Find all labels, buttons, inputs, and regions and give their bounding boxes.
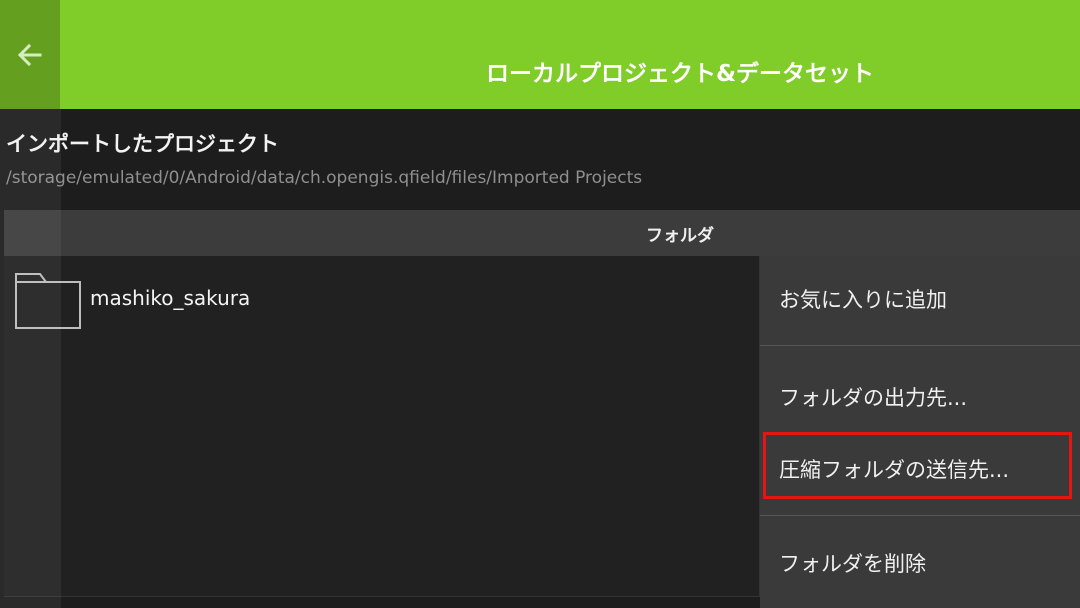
back-button[interactable] [0,0,60,109]
drawer-edge-overlay [0,109,61,608]
menu-item-add-favorite[interactable]: お気に入りに追加 [760,256,1080,344]
section-path: /storage/emulated/0/Android/data/ch.open… [6,168,643,188]
menu-item-label: お気に入りに追加 [779,288,947,312]
arrow-left-icon [17,43,42,66]
folder-name: mashiko_sakura [90,286,251,310]
menu-item-label: フォルダを削除 [779,552,926,576]
list-item[interactable]: mashiko_sakura [4,268,759,332]
header-title: ローカルプロジェクト&データセット [485,60,875,87]
list-header: フォルダ [4,210,1080,256]
menu-item-delete-folder[interactable]: フォルダを削除 [760,516,1080,608]
folder-list: mashiko_sakura [4,256,760,597]
app-screen: ローカルプロジェクト&データセット インポートしたプロジェクト /storage… [0,0,1080,608]
menu-item-label: フォルダの出力先... [779,386,968,410]
app-header: ローカルプロジェクト&データセット [0,0,1080,109]
highlight-annotation [763,432,1072,499]
list-header-label: フォルダ [646,225,714,246]
menu-item-export-folder[interactable]: フォルダの出力先... [760,346,1080,434]
